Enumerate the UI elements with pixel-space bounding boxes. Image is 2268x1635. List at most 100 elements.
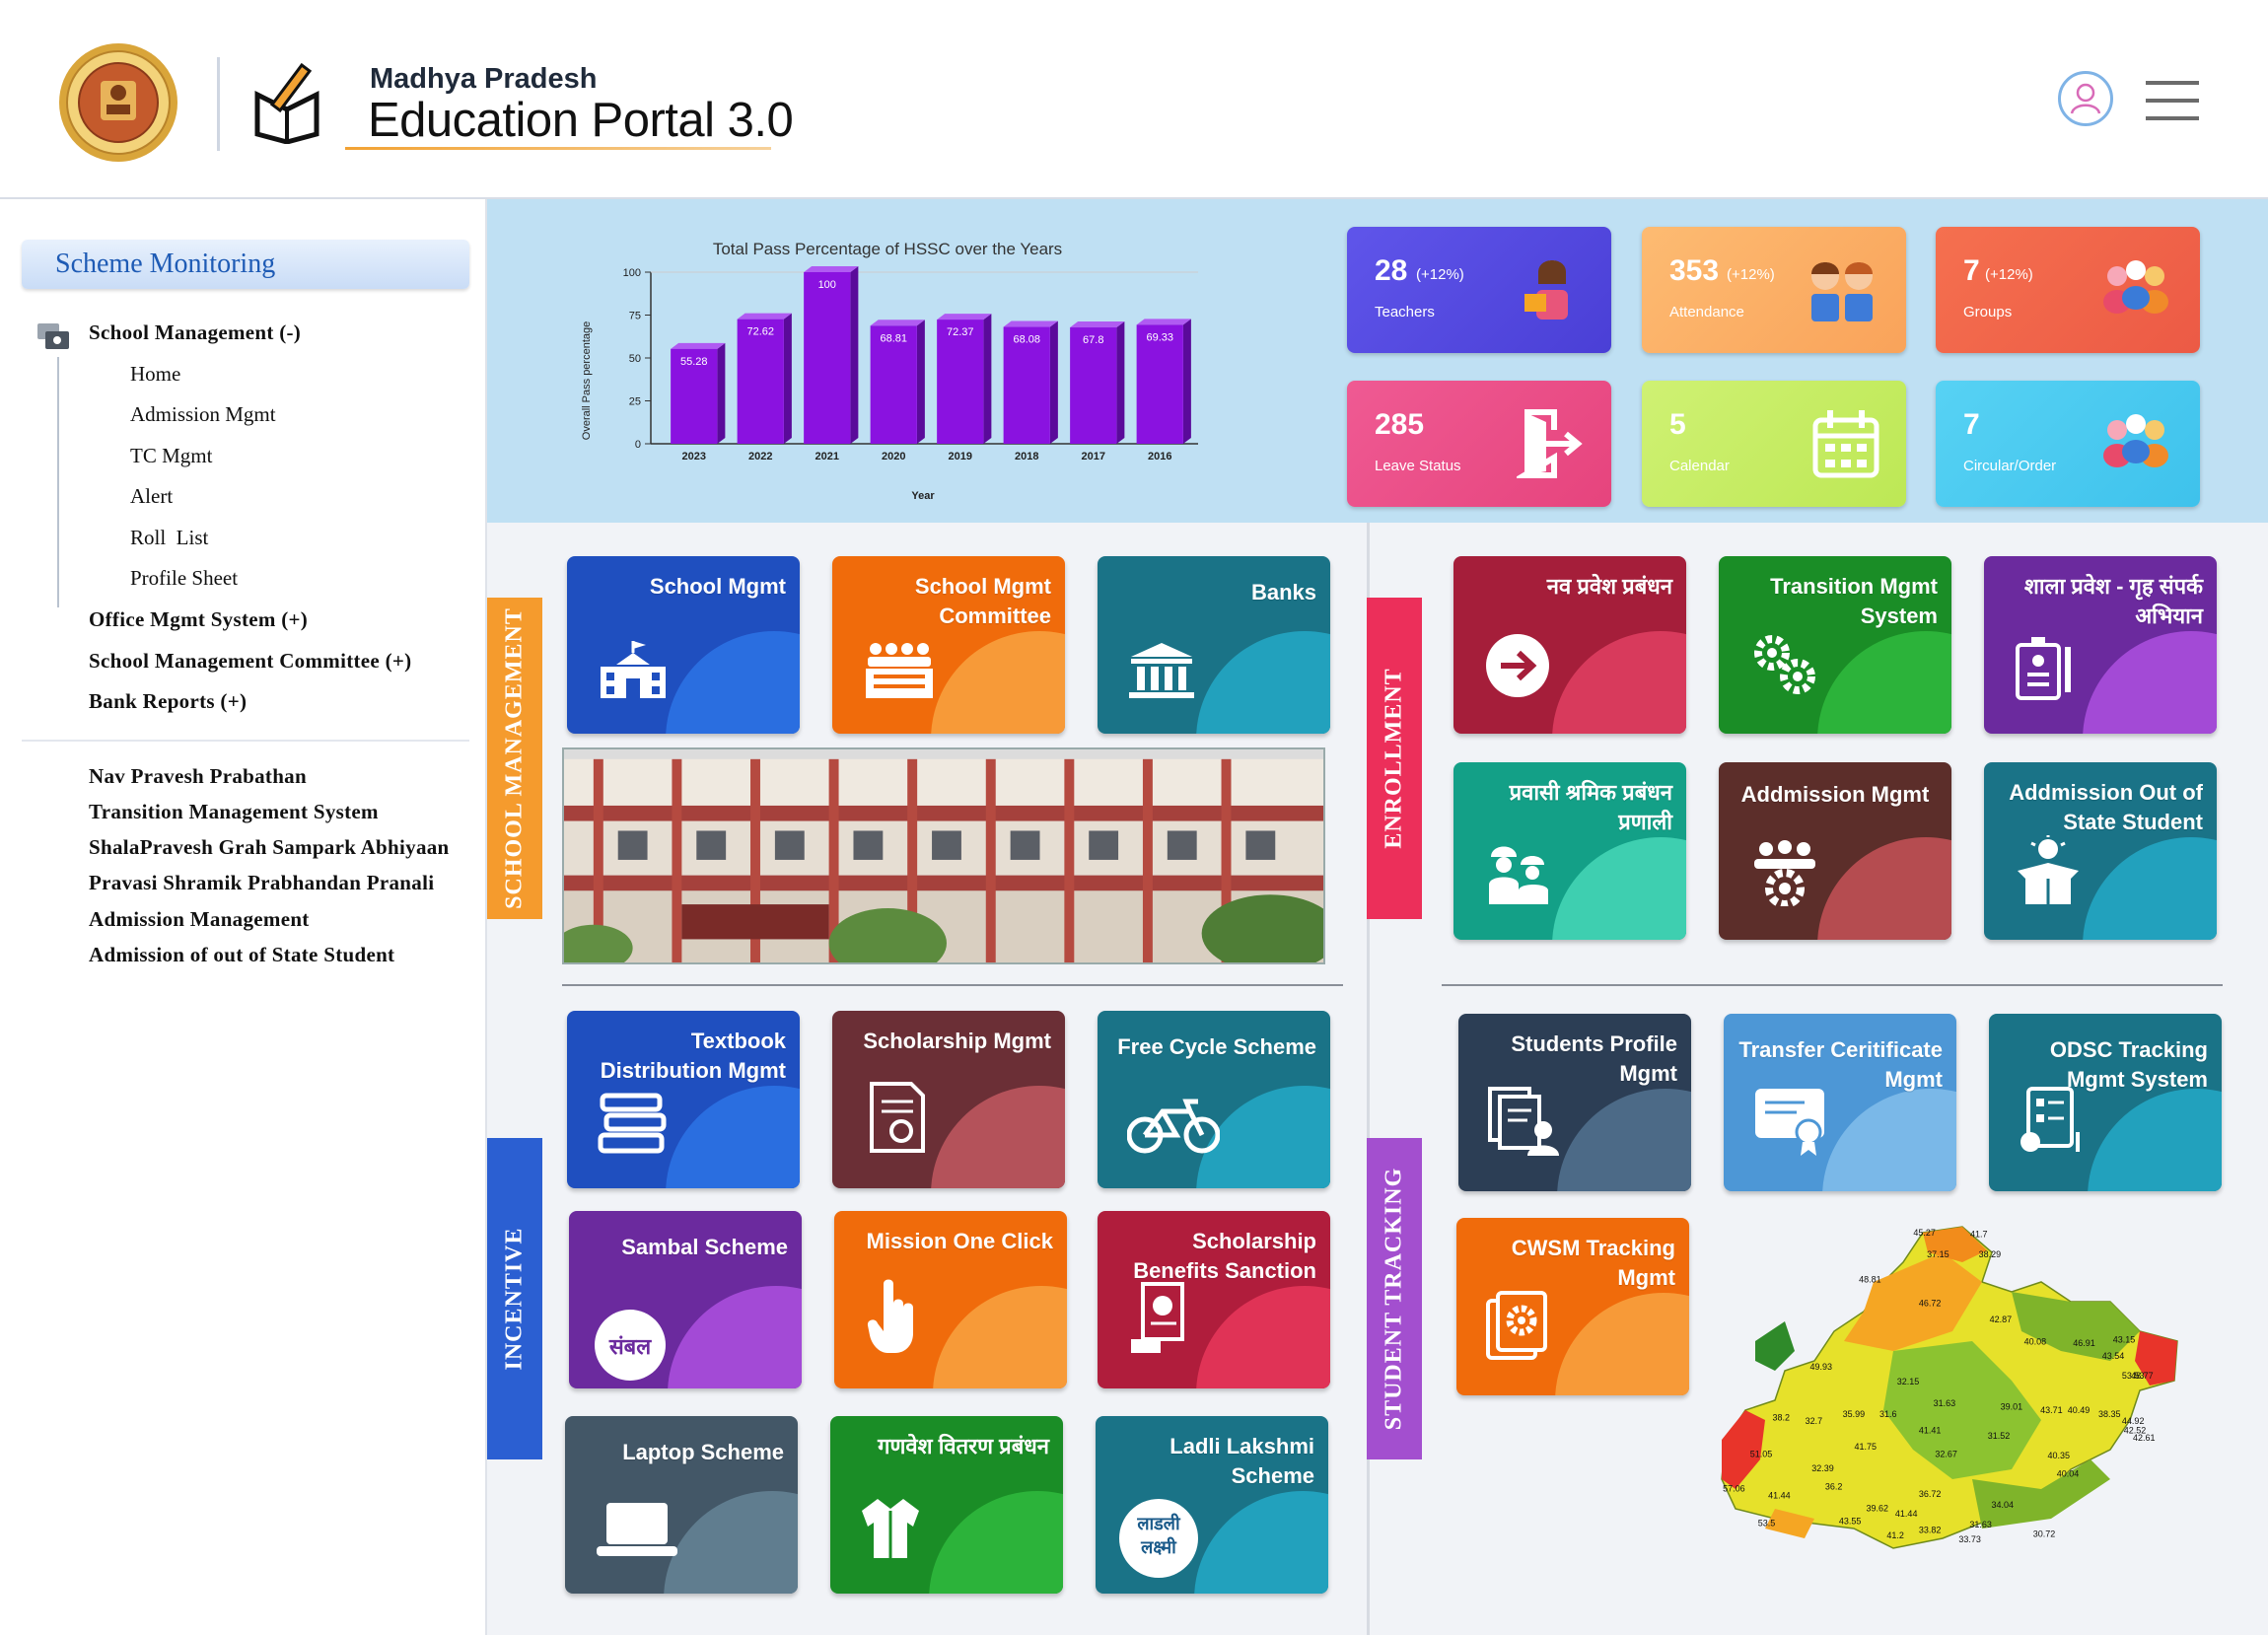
chart-bar-top [1003,320,1058,327]
sidebar-link-admission-management[interactable]: Admission Management [89,907,310,932]
chart-xtick-label: 2017 [1082,451,1105,462]
sidebar-link-nav-pravesh[interactable]: Nav Pravesh Prabathan [89,764,307,789]
map-region-green-northwest [1755,1321,1795,1371]
tree-connector [57,357,59,607]
stat-card-leave-status[interactable]: 285 Leave Status [1347,381,1611,507]
stat-card-attendance[interactable]: 353 (+12%) Attendance [1642,227,1906,353]
tile-label: CWSM Tracking Mgmt [1511,1236,1675,1290]
tile-label: Addmission Mgmt [1740,782,1930,807]
stat-change: (+12%) [1727,266,1775,283]
tile-students-profile[interactable]: Students Profile Mgmt [1458,1014,1691,1191]
tile-banks[interactable]: Banks [1098,556,1330,734]
stat-card-circular-order[interactable]: 7 Circular/Order [1936,381,2200,507]
idea-box-icon [2018,835,2079,904]
tile-school-mgmt[interactable]: School Mgmt [567,556,800,734]
tile-sambal-scheme[interactable]: Sambal Scheme संबल [569,1211,802,1388]
map-district-value: 40.04 [2057,1469,2080,1479]
sidebar-item-office-mgmt[interactable]: Office Mgmt System (+) [89,607,308,632]
ladli-lakshmi-logo: लाडली लक्ष्मी [1119,1499,1198,1578]
tile-scholarship-mgmt[interactable]: Scholarship Mgmt [832,1011,1065,1188]
map-district-value: 34.04 [1991,1500,2014,1510]
map-district-value: 31.6 [1879,1409,1897,1419]
books-stack-icon [598,1093,667,1154]
sidebar-item-school-management[interactable]: School Management (-) [89,320,301,345]
stat-card-calendar[interactable]: 5 Calendar [1642,381,1906,507]
tile-label: प्रवासी श्रमिक प्रबंधन प्रणाली [1509,780,1672,834]
map-district-value: 30.72 [2033,1528,2056,1538]
tile-label: Laptop Scheme [622,1440,784,1464]
chart-xtick-label: 2023 [682,451,706,462]
sidebar-item-bank-reports[interactable]: Bank Reports (+) [89,689,247,714]
sidebar-link-pravasi[interactable]: Pravasi Shramik Prabhandan Pranali [89,871,434,895]
tile-label: Addmission Out of State Student [2009,780,2203,834]
map-district-value: 32.67 [1935,1449,1957,1458]
committee-meeting-icon [866,643,933,698]
sidebar-link-shalapravesh[interactable]: ShalaPravesh Grah Sampark Abhiyaan [89,835,450,860]
tile-shala-pravesh[interactable]: शाला प्रवेश - गृह संपर्क अभियान [1984,556,2217,734]
chart-bar-value-label: 68.81 [880,332,907,344]
tile-label: Textbook Distribution Mgmt [600,1029,786,1083]
map-district-value: 33.82 [1919,1526,1942,1535]
sidebar-item-alert[interactable]: Alert [130,484,173,509]
stat-card-teachers[interactable]: 28 (+12%) Teachers [1347,227,1611,353]
sidebar-item-profile-sheet[interactable]: Profile Sheet [130,566,238,591]
tile-school-mgmt-committee[interactable]: School Mgmt Committee [832,556,1065,734]
chart-xtick-label: 2021 [815,451,839,462]
chart-bar-side [1049,320,1058,444]
tile-nav-pravesh[interactable]: नव प्रवेश प्रबंधन [1453,556,1686,734]
tile-mission-one-click[interactable]: Mission One Click [834,1211,1067,1388]
sidebar-item-admission-mgmt[interactable]: Admission Mgmt [130,402,276,427]
chart-xlabel: Year [911,490,935,502]
sidebar-item-roll-list[interactable]: Roll List [130,526,208,550]
map-district-value: 41.7 [1970,1230,1988,1240]
stat-change: (+12%) [1416,266,1464,283]
sidebar-link-transition[interactable]: Transition Management System [89,800,379,824]
tile-transition-mgmt[interactable]: Transition Mgmt System [1719,556,1951,734]
sidebar-item-home[interactable]: Home [130,362,180,387]
map-district-value: 31.52 [1988,1431,2011,1441]
workers-icon [1489,846,1548,904]
chart-bar-value-label: 55.28 [680,356,708,368]
chart-ytick-label: 0 [635,439,641,451]
chart-bar-top [804,266,859,272]
section-separator [1442,984,2223,986]
sidebar-item-tc-mgmt[interactable]: TC Mgmt [130,444,212,468]
laptop-icon [597,1503,677,1556]
enter-arrow-icon [1486,634,1549,697]
title-underline [345,147,771,150]
stat-change: (+12%) [1985,266,2033,283]
team-gear-icon [1754,840,1815,906]
uniform-icon [862,1499,919,1558]
tile-scholarship-benefits[interactable]: Scholarship Benefits Sanction [1098,1211,1330,1388]
hamburger-menu-icon[interactable] [2146,81,2199,120]
tile-label: School Mgmt [649,574,786,599]
chart-bar-top [1136,319,1191,325]
stat-value: 7 [1963,408,1980,441]
stat-label: Groups [1963,304,2013,320]
tile-laptop-scheme[interactable]: Laptop Scheme [565,1416,798,1594]
tile-label: Students Profile Mgmt [1511,1031,1677,1086]
book-pencil-logo [254,62,319,144]
tile-free-cycle-scheme[interactable]: Free Cycle Scheme [1098,1011,1330,1188]
sidebar-item-smc[interactable]: School Management Committee (+) [89,649,411,674]
tile-cwsm-tracking[interactable]: CWSM Tracking Mgmt [1456,1218,1689,1395]
tile-ganvesh[interactable]: गणवेश वितरण प्रबंधन [830,1416,1063,1594]
map-district-value: 31.63 [1934,1398,1956,1408]
tile-label: School Mgmt Committee [914,574,1051,628]
stat-card-groups[interactable]: 7 (+12%) Groups [1936,227,2200,353]
sidebar-title: Scheme Monitoring [22,240,469,289]
sidebar-link-out-of-state[interactable]: Admission of out of State Student [89,943,394,967]
tile-addmission-mgmt[interactable]: Addmission Mgmt [1719,762,1951,940]
tile-pravasi-shramik[interactable]: प्रवासी श्रमिक प्रबंधन प्रणाली [1453,762,1686,940]
tile-label: Scholarship Mgmt [863,1029,1051,1053]
tile-odsc-tracking[interactable]: ODSC Tracking Mgmt System [1989,1014,2222,1191]
stat-value: 5 [1669,408,1686,441]
user-icon[interactable] [2058,71,2113,126]
tile-admission-out-of-state[interactable]: Addmission Out of State Student [1984,762,2217,940]
tile-transfer-certificate[interactable]: Transfer Ceritificate Mgmt [1724,1014,1956,1191]
tile-textbook-distribution[interactable]: Textbook Distribution Mgmt [567,1011,800,1188]
map-district-value: 45.27 [1913,1228,1936,1238]
tile-ladli-lakshmi[interactable]: Ladli Lakshmi Scheme लाडली लक्ष्मी [1096,1416,1328,1594]
chart-bar-value-label: 72.62 [746,326,774,338]
chart-bar-value-label: 67.8 [1083,334,1103,346]
